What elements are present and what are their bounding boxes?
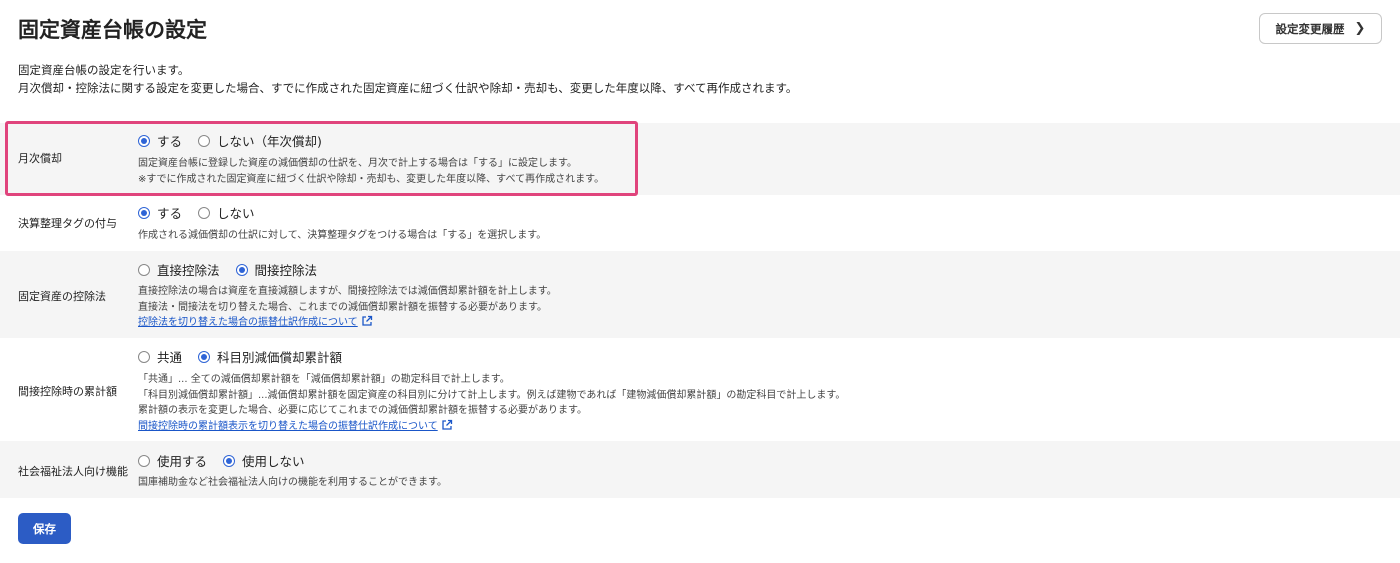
radio-option-direct[interactable]: 直接控除法 bbox=[138, 260, 220, 279]
intro-text: 固定資産台帳の設定を行います。 月次償却・控除法に関する設定を変更した場合、すで… bbox=[18, 61, 797, 97]
settings-history-button[interactable]: 設定変更履歴 ❯ bbox=[1259, 13, 1382, 44]
description-line: 直接控除法の場合は資産を直接減額しますが、間接控除法では減価償却累計額を計上しま… bbox=[138, 286, 557, 297]
intro-line-2: 月次償却・控除法に関する設定を変更した場合、すでに作成された固定資産に紐づく仕訳… bbox=[18, 81, 798, 95]
description-line: 直接法・間接法を切り替えた場合、これまでの減価償却累計額を振替する必要があります… bbox=[138, 301, 547, 313]
setting-label: 決算整理タグの付与 bbox=[18, 217, 117, 230]
help-link-accumulated-switch[interactable]: 間接控除時の累計額表示を切り替えた場合の振替仕訳作成について bbox=[138, 421, 438, 432]
description-line: 国庫補助金など社会福祉法人向けの機能を利用することができます。 bbox=[138, 477, 447, 488]
radio-label: 間接控除法 bbox=[254, 263, 318, 278]
setting-label: 固定資産の控除法 bbox=[18, 290, 106, 303]
radio-group: 直接控除法 間接控除法 bbox=[138, 260, 317, 279]
radio-option-by-account[interactable]: 科目別減価償却累計額 bbox=[198, 347, 342, 366]
radio-button[interactable] bbox=[198, 206, 211, 219]
radio-label: 使用する bbox=[157, 454, 208, 469]
radio-option-not-use[interactable]: 使用しない bbox=[223, 451, 305, 470]
radio-button[interactable] bbox=[235, 263, 248, 276]
radio-option-yes[interactable]: する bbox=[138, 203, 182, 222]
setting-description: 作成される減価償却の仕訳に対して、決算整理タグをつける場合は「する」を選択します… bbox=[138, 228, 546, 244]
setting-row-closing-tag: 決算整理タグの付与 する しない 作成される減価償却の仕訳に対して、決算整理タグ… bbox=[0, 195, 1400, 251]
radio-option-use[interactable]: 使用する bbox=[138, 451, 207, 470]
help-link-deduction-switch[interactable]: 控除法を切り替えた場合の振替仕訳作成について bbox=[138, 317, 358, 328]
save-button[interactable]: 保存 bbox=[18, 513, 71, 544]
radio-button[interactable] bbox=[138, 454, 150, 467]
settings-history-label: 設定変更履歴 bbox=[1275, 21, 1345, 36]
radio-button[interactable] bbox=[223, 454, 236, 467]
external-link-icon bbox=[442, 419, 452, 430]
intro-line-1: 固定資産台帳の設定を行います。 bbox=[18, 63, 190, 77]
radio-button[interactable] bbox=[138, 263, 150, 276]
setting-row-deduction-method: 固定資産の控除法 直接控除法 間接控除法 直接控除法の場合は資産を直接減額します… bbox=[0, 251, 1400, 338]
radio-group: 共通 科目別減価償却累計額 bbox=[138, 347, 342, 366]
radio-label: 使用しない bbox=[242, 454, 305, 469]
page-title: 固定資産台帳の設定 bbox=[18, 18, 207, 42]
chevron-right-icon: ❯ bbox=[1354, 21, 1366, 36]
radio-group: 使用する 使用しない bbox=[138, 451, 305, 470]
setting-description: 「共通」... 全ての減価償却累計額を「減価償却累計額」の勘定科目で計上します。… bbox=[138, 372, 845, 434]
setting-label: 社会福祉法人向け機能 bbox=[18, 465, 128, 478]
radio-button[interactable] bbox=[138, 350, 150, 363]
radio-option-common[interactable]: 共通 bbox=[138, 347, 182, 366]
radio-label: 直接控除法 bbox=[157, 263, 220, 278]
radio-label: 科目別減価償却累計額 bbox=[217, 350, 343, 365]
radio-button[interactable] bbox=[138, 206, 150, 219]
radio-label: 共通 bbox=[157, 350, 183, 365]
description-line: 「共通」... 全ての減価償却累計額を「減価償却累計額」の勘定科目で計上します。 bbox=[138, 374, 510, 385]
external-link-icon bbox=[362, 315, 372, 326]
setting-row-accumulated-display: 間接控除時の累計額 共通 科目別減価償却累計額 「共通」... 全ての減価償却累… bbox=[0, 338, 1400, 441]
radio-option-no[interactable]: しない bbox=[198, 203, 255, 222]
radio-button[interactable] bbox=[198, 350, 211, 363]
description-line: 「科目別減価償却累計額」...減価償却累計額を固定資産の科目別に分けて計上します… bbox=[138, 389, 846, 401]
radio-label: しない bbox=[217, 206, 255, 221]
highlight-box bbox=[5, 121, 638, 196]
setting-row-social-welfare: 社会福祉法人向け機能 使用する 使用しない 国庫補助金など社会福祉法人向けの機能… bbox=[0, 441, 1400, 498]
description-line: 作成される減価償却の仕訳に対して、決算整理タグをつける場合は「する」を選択します… bbox=[138, 230, 547, 241]
radio-option-indirect[interactable]: 間接控除法 bbox=[235, 260, 318, 279]
description-line: 累計額の表示を変更した場合、必要に応じてこれまでの減価償却累計額を振替する必要が… bbox=[138, 405, 587, 416]
setting-label: 間接控除時の累計額 bbox=[18, 385, 117, 398]
setting-description: 国庫補助金など社会福祉法人向けの機能を利用することができます。 bbox=[138, 475, 447, 491]
radio-group: する しない bbox=[138, 203, 255, 222]
setting-description: 直接控除法の場合は資産を直接減額しますが、間接控除法では減価償却累計額を計上しま… bbox=[138, 284, 557, 331]
radio-label: する bbox=[157, 206, 183, 221]
